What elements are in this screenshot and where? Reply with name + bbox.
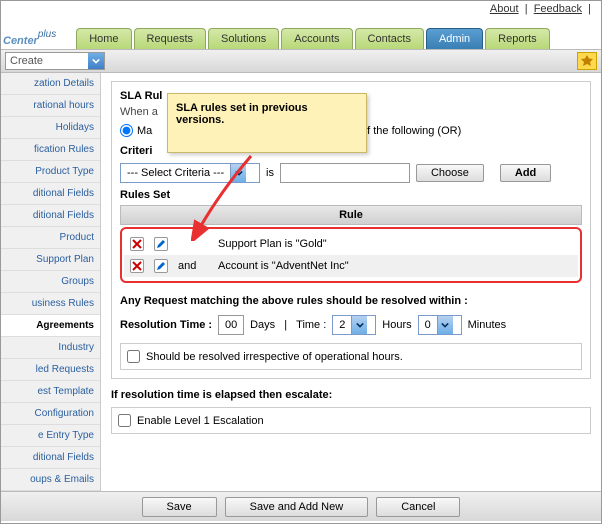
time-label: Time : xyxy=(296,319,326,331)
irrespective-checkbox[interactable] xyxy=(127,350,140,363)
sidebar-item[interactable]: oups & Emails xyxy=(1,469,100,491)
delete-icon[interactable] xyxy=(130,259,144,273)
rule-text: Account is "AdventNet Inc" xyxy=(218,260,349,272)
hours-label: Hours xyxy=(382,319,411,331)
irrespective-row[interactable]: Should be resolved irrespective of opera… xyxy=(120,343,582,370)
sidebar: zation Detailsrational hoursHolidaysfica… xyxy=(1,73,101,493)
sidebar-item[interactable]: usiness Rules xyxy=(1,293,100,315)
escalate-label: If resolution time is elapsed then escal… xyxy=(111,389,591,401)
nav-tabs: HomeRequestsSolutionsAccountsContactsAdm… xyxy=(76,28,549,49)
escalation-row[interactable]: Enable Level 1 Escalation xyxy=(111,407,591,434)
sidebar-item[interactable]: Holidays xyxy=(1,117,100,139)
rule-header: Rule xyxy=(120,205,582,225)
sidebar-item[interactable]: fication Rules xyxy=(1,139,100,161)
sidebar-item[interactable]: est Template xyxy=(1,381,100,403)
create-dropdown[interactable]: Create xyxy=(5,52,105,70)
is-label: is xyxy=(266,167,274,179)
sidebar-item[interactable]: Industry xyxy=(1,337,100,359)
footer-buttons: Save Save and Add New Cancel xyxy=(1,491,601,521)
res-time-label: Resolution Time : xyxy=(120,319,212,331)
save-add-new-button[interactable]: Save and Add New xyxy=(225,497,369,517)
tab-accounts[interactable]: Accounts xyxy=(281,28,352,49)
save-button[interactable]: Save xyxy=(142,497,217,517)
sidebar-item[interactable]: ditional Fields xyxy=(1,183,100,205)
sub-toolbar: Create xyxy=(1,49,601,73)
days-input[interactable] xyxy=(218,315,244,335)
and-label: and xyxy=(178,260,208,272)
sidebar-item[interactable]: Configuration xyxy=(1,403,100,425)
tab-solutions[interactable]: Solutions xyxy=(208,28,279,49)
about-link[interactable]: About xyxy=(490,3,519,15)
rule-row: and Account is "AdventNet Inc" xyxy=(124,255,578,277)
tab-contacts[interactable]: Contacts xyxy=(355,28,424,49)
days-label: Days xyxy=(250,319,275,331)
match-all-radio[interactable]: Ma xyxy=(120,124,152,137)
arrow-icon xyxy=(191,151,261,241)
delete-icon[interactable] xyxy=(130,237,144,251)
hours-select[interactable]: 2 xyxy=(332,315,376,335)
alert-icon[interactable] xyxy=(577,52,597,70)
sidebar-item[interactable]: Product xyxy=(1,227,100,249)
mins-select[interactable]: 0 xyxy=(418,315,462,335)
feedback-link[interactable]: Feedback xyxy=(534,3,582,15)
sidebar-item[interactable]: led Requests xyxy=(1,359,100,381)
enable-escalation-checkbox[interactable] xyxy=(118,414,131,427)
tab-reports[interactable]: Reports xyxy=(485,28,550,49)
chevron-down-icon xyxy=(351,316,367,334)
logo: Centerplus xyxy=(1,28,56,49)
tab-home[interactable]: Home xyxy=(76,28,131,49)
sidebar-item[interactable]: Groups xyxy=(1,271,100,293)
sidebar-item[interactable]: Support Plan xyxy=(1,249,100,271)
tab-requests[interactable]: Requests xyxy=(134,28,206,49)
mins-label: Minutes xyxy=(468,319,507,331)
add-button[interactable]: Add xyxy=(500,164,551,182)
rules-set-label: Rules Set xyxy=(120,189,582,201)
rules-highlight-box: Support Plan is "Gold"andAccount is "Adv… xyxy=(120,227,582,283)
sidebar-item[interactable]: rational hours xyxy=(1,95,100,117)
tab-admin[interactable]: Admin xyxy=(426,28,483,49)
sidebar-item[interactable]: e Entry Type xyxy=(1,425,100,447)
sidebar-item[interactable]: Product Type xyxy=(1,161,100,183)
sidebar-item[interactable]: ditional Fields xyxy=(1,205,100,227)
edit-icon[interactable] xyxy=(154,237,168,251)
edit-icon[interactable] xyxy=(154,259,168,273)
sidebar-item[interactable]: ditional Fields xyxy=(1,447,100,469)
choose-button[interactable]: Choose xyxy=(416,164,484,182)
sidebar-item[interactable]: zation Details xyxy=(1,73,100,95)
criteria-value-input[interactable] xyxy=(280,163,410,183)
chevron-down-icon xyxy=(437,316,453,334)
sidebar-item[interactable]: Agreements xyxy=(1,315,100,337)
cancel-button[interactable]: Cancel xyxy=(376,497,460,517)
top-links: About | Feedback | xyxy=(1,1,601,19)
chevron-down-icon xyxy=(88,53,104,69)
header-row: Centerplus HomeRequestsSolutionsAccounts… xyxy=(1,19,601,49)
callout-tooltip: SLA rules set in previous versions. xyxy=(167,93,367,153)
resolve-msg: Any Request matching the above rules sho… xyxy=(120,295,582,307)
